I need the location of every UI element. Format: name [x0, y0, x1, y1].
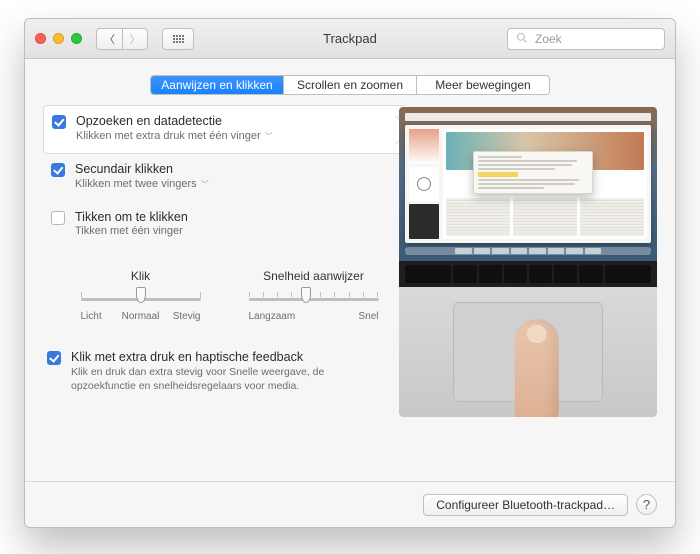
slider-label: Normaal [121, 311, 161, 322]
slider-label: Licht [81, 311, 121, 322]
option-lookup[interactable]: Opzoeken en datadetectie Klikken met ext… [43, 105, 405, 154]
chevron-down-icon: ﹀ [201, 180, 209, 190]
minimize-icon[interactable] [53, 33, 64, 44]
search-input[interactable] [533, 31, 676, 47]
button-label: Configureer Bluetooth-trackpad… [436, 498, 615, 512]
tab-label: Meer bewegingen [435, 78, 530, 92]
tab-bar: Aanwijzen en klikken Scrollen en zoomen … [150, 75, 550, 95]
slider-knob[interactable] [301, 287, 311, 303]
option-title: Tikken om te klikken [75, 210, 188, 226]
tab-label: Scrollen en zoomen [297, 78, 403, 92]
options-list: Opzoeken en datadetectie Klikken met ext… [43, 105, 387, 249]
option-tap-to-click[interactable]: Tikken om te klikken Tikken met één ving… [43, 202, 387, 249]
close-icon[interactable] [35, 33, 46, 44]
option-force-click[interactable]: Klik met extra druk en haptische feedbac… [47, 350, 387, 393]
help-button[interactable]: ? [636, 494, 657, 515]
forward-button[interactable]: 〉 [122, 28, 148, 50]
chevron-down-icon: ﹀ [265, 132, 273, 142]
slider-caption: Klik [131, 269, 150, 283]
chevron-left-icon: 〈 [104, 31, 115, 47]
preview-keyboard [399, 261, 657, 287]
window-controls [35, 33, 82, 44]
chevron-right-icon: 〉 [130, 31, 141, 47]
option-subtitle[interactable]: Klikken met extra druk met één vinger ﹀ [76, 130, 273, 144]
tab-more-gestures[interactable]: Meer bewegingen [417, 76, 549, 94]
option-title: Opzoeken en datadetectie [76, 114, 273, 130]
preview-screen [399, 107, 657, 261]
configure-bluetooth-button[interactable]: Configureer Bluetooth-trackpad… [423, 494, 628, 516]
footer: Configureer Bluetooth-trackpad… ? [25, 481, 675, 527]
tab-point-click[interactable]: Aanwijzen en klikken [151, 76, 284, 94]
checkbox-tap-to-click[interactable] [51, 211, 65, 225]
preferences-window: 〈 〉 Trackpad Aanwijzen en klikken [24, 18, 676, 528]
slider-label: Snel [358, 311, 378, 322]
back-button[interactable]: 〈 [96, 28, 122, 50]
option-subtitle: Tikken met één vinger [75, 225, 188, 239]
search-icon [516, 32, 527, 46]
slider-click: Klik Licht Normaal Stevig [67, 269, 214, 322]
option-title: Klik met extra druk en haptische feedbac… [71, 350, 351, 364]
grid-icon [173, 35, 184, 43]
checkbox-force-click[interactable] [47, 351, 61, 365]
search-field[interactable] [507, 28, 665, 50]
finger-icon [515, 319, 559, 417]
preview-trackpad-area [399, 287, 657, 417]
titlebar: 〈 〉 Trackpad [25, 19, 675, 59]
option-title: Secundair klikken [75, 162, 209, 178]
option-secondary-click[interactable]: Secundair klikken Klikken met twee vinge… [43, 154, 387, 201]
tab-scroll-zoom[interactable]: Scrollen en zoomen [284, 76, 417, 94]
slider-tracking: Snelheid aanwijzer Langzaam Snel [240, 269, 387, 322]
slider-caption: Snelheid aanwijzer [263, 269, 364, 283]
tab-label: Aanwijzen en klikken [161, 78, 272, 92]
option-subtitle: Klik en druk dan extra stevig voor Snell… [71, 366, 351, 393]
slider-label: Langzaam [249, 311, 296, 322]
gesture-preview [399, 107, 657, 417]
lookup-popover-icon [473, 151, 593, 194]
help-icon: ? [643, 497, 650, 512]
slider-tracking-track[interactable] [249, 289, 379, 309]
show-all-button[interactable] [162, 28, 194, 50]
slider-knob[interactable] [136, 287, 146, 303]
checkbox-lookup[interactable] [52, 115, 66, 129]
checkbox-secondary-click[interactable] [51, 163, 65, 177]
zoom-icon[interactable] [71, 33, 82, 44]
option-subtitle[interactable]: Klikken met twee vingers ﹀ [75, 178, 209, 192]
slider-click-track[interactable] [81, 289, 201, 309]
slider-label: Stevig [161, 311, 201, 322]
